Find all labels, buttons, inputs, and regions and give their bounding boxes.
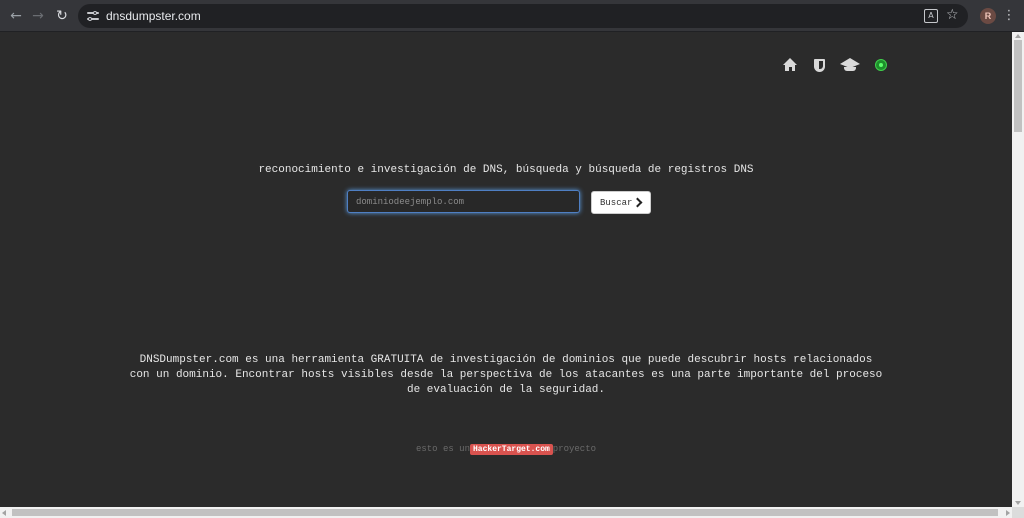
page-tagline: reconocimiento e investigación de DNS, b… xyxy=(258,164,754,176)
forward-arrow-icon[interactable]: → xyxy=(28,6,48,26)
hackertarget-link[interactable]: HackerTarget.com xyxy=(469,444,553,455)
shield-icon[interactable] xyxy=(812,58,828,74)
url-text[interactable]: dnsdumpster.com xyxy=(106,8,201,24)
home-icon[interactable] xyxy=(782,58,798,74)
site-description: DNSDumpster.com es una herramienta GRATU… xyxy=(129,354,883,396)
horizontal-scrollbar[interactable] xyxy=(0,507,1012,518)
vertical-scroll-thumb[interactable] xyxy=(1014,40,1022,132)
scroll-up-icon[interactable] xyxy=(1015,34,1021,38)
footer-prefix: esto es un xyxy=(415,444,470,454)
back-arrow-icon[interactable]: ← xyxy=(6,6,26,26)
graduation-cap-icon[interactable] xyxy=(839,58,861,74)
search-button[interactable]: Buscar xyxy=(591,191,651,214)
reload-icon[interactable]: ↻ xyxy=(52,6,72,26)
status-icon[interactable] xyxy=(875,59,891,75)
site-info-icon[interactable] xyxy=(86,9,100,23)
scroll-left-icon[interactable] xyxy=(2,510,6,516)
browser-toolbar: ← → ↻ dnsdumpster.com A ☆ R ⋮ xyxy=(0,0,1024,32)
vertical-scrollbar[interactable] xyxy=(1012,32,1024,507)
footer: esto es un HackerTarget.com proyecto xyxy=(0,444,1012,455)
scroll-down-icon[interactable] xyxy=(1015,501,1021,505)
search-button-label: Buscar xyxy=(600,197,633,208)
footer-suffix: proyecto xyxy=(552,444,597,454)
horizontal-scroll-thumb[interactable] xyxy=(12,509,998,516)
browser-menu-icon[interactable]: ⋮ xyxy=(1002,8,1016,24)
scrollbar-corner xyxy=(1012,507,1024,518)
translate-icon[interactable]: A xyxy=(924,9,938,23)
chevron-right-icon xyxy=(634,197,642,208)
scroll-right-icon[interactable] xyxy=(1006,510,1010,516)
domain-search-input[interactable] xyxy=(347,190,580,213)
page-content: reconocimiento e investigación de DNS, b… xyxy=(0,32,1012,507)
profile-avatar[interactable]: R xyxy=(980,8,996,24)
address-bar[interactable]: dnsdumpster.com A ☆ xyxy=(78,4,968,28)
bookmark-star-icon[interactable]: ☆ xyxy=(946,7,959,23)
